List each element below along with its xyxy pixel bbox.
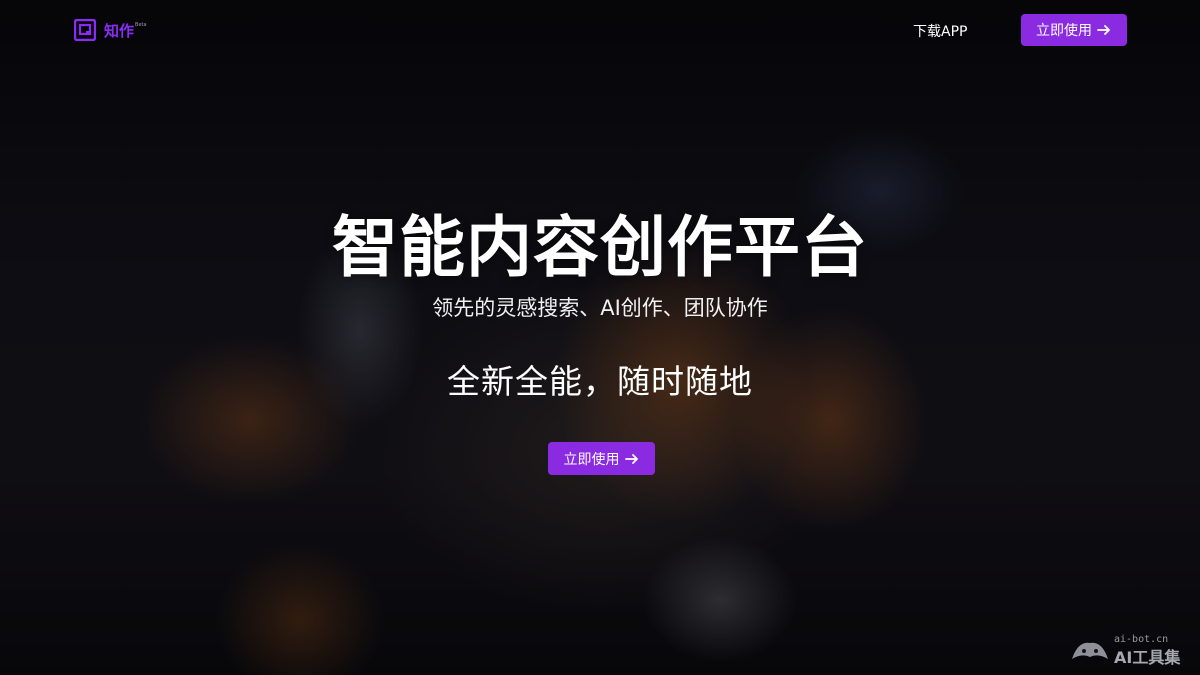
download-app-link[interactable]: 下载APP <box>913 21 967 41</box>
arrow-right-icon <box>1097 25 1110 35</box>
watermark-name: AI工具集 <box>1114 648 1181 667</box>
hero-get-started-button[interactable]: 立即使用 <box>548 442 655 475</box>
hero-tagline: 全新全能，随时随地 <box>447 362 753 401</box>
brand-name: 知作 <box>104 21 135 40</box>
arrow-right-icon <box>624 453 638 464</box>
watermark-bot-icon <box>1072 642 1108 659</box>
background-overlay <box>0 0 1200 675</box>
hero-title: 智能内容创作平台 <box>332 209 868 286</box>
watermark: ai-bot.cn AI工具集 <box>1068 633 1193 669</box>
hero-subtitle: 领先的灵感搜索、AI创作、团队协作 <box>432 296 768 320</box>
nav-cta-label: 立即使用 <box>1036 23 1092 39</box>
beta-badge: Beta <box>135 22 147 28</box>
nav-get-started-button[interactable]: 立即使用 <box>1021 14 1127 46</box>
top-navigation: 知作 Beta 下载APP 立即使用 <box>0 0 1200 60</box>
logo-icon <box>74 19 96 41</box>
brand-logo[interactable]: 知作 Beta <box>74 19 147 41</box>
hero-cta-label: 立即使用 <box>563 451 620 468</box>
